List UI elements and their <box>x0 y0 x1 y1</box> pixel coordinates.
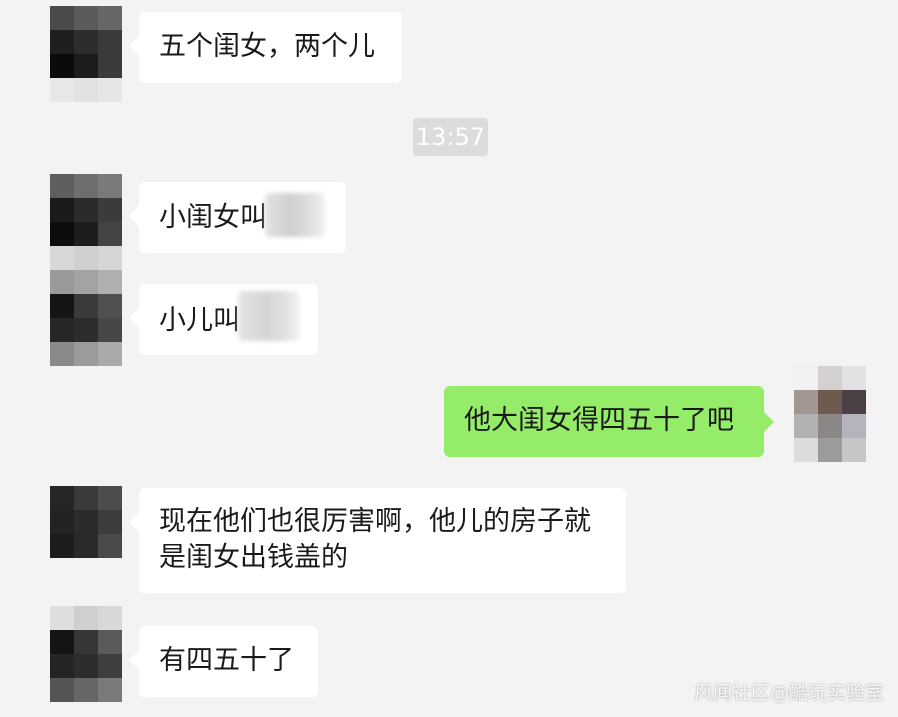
avatar-pixel <box>50 54 74 78</box>
message-text: 小闺女叫 <box>159 201 267 233</box>
redacted-name <box>238 291 300 341</box>
avatar-pixel <box>842 390 866 414</box>
avatar-pixel <box>842 414 866 438</box>
avatar-pixel <box>98 606 122 630</box>
avatar-pixel <box>794 414 818 438</box>
avatar-pixel <box>98 222 122 246</box>
avatar-pixel <box>98 318 122 342</box>
message-text: 小儿叫 <box>159 304 240 336</box>
avatar-pixel <box>50 486 74 510</box>
avatar-pixel <box>50 78 74 102</box>
avatar-pixel <box>74 510 98 534</box>
avatar-pixel <box>50 654 74 678</box>
avatar-pixel <box>98 654 122 678</box>
avatar-pixel <box>98 246 122 270</box>
message-text-line: 现在他们也很厉害啊，他儿的房子就 <box>159 506 591 537</box>
avatar-pixel <box>50 198 74 222</box>
avatar-pixel <box>50 294 74 318</box>
avatar-pixel <box>98 342 122 366</box>
avatar-pixel <box>50 510 74 534</box>
message-bubble[interactable]: 现在他们也很厉害啊，他儿的房子就 是闺女出钱盖的 <box>129 488 626 593</box>
watermark: 风闻社区@酷玩实验室 <box>693 682 884 704</box>
avatar-pixel <box>74 534 98 558</box>
message-bubble[interactable]: 小闺女叫 <box>129 182 346 253</box>
avatar-pixel <box>74 30 98 54</box>
message-text: 他大闺女得四五十了吧 <box>464 405 734 436</box>
avatar-pixel <box>794 390 818 414</box>
contact-avatar[interactable] <box>50 6 122 102</box>
avatar-pixel <box>98 54 122 78</box>
avatar-pixel <box>50 246 74 270</box>
avatar-pixel <box>50 678 74 702</box>
contact-avatar[interactable] <box>50 174 122 270</box>
avatar-pixel <box>50 558 74 582</box>
avatar-pixel <box>74 630 98 654</box>
avatar-pixel <box>74 246 98 270</box>
avatar-pixel <box>74 318 98 342</box>
contact-avatar[interactable] <box>50 270 122 366</box>
avatar-pixel <box>98 6 122 30</box>
avatar-pixel <box>74 486 98 510</box>
avatar-pixel <box>818 366 842 390</box>
avatar-pixel <box>98 558 122 582</box>
avatar-pixel <box>50 606 74 630</box>
avatar-pixel <box>74 678 98 702</box>
avatar-pixel <box>74 654 98 678</box>
avatar-pixel <box>50 342 74 366</box>
avatar-pixel <box>98 486 122 510</box>
avatar-pixel <box>794 438 818 462</box>
avatar-pixel <box>74 558 98 582</box>
contact-avatar[interactable] <box>50 486 122 582</box>
avatar-pixel <box>74 78 98 102</box>
message-bubble-self[interactable]: 他大闺女得四五十了吧 <box>444 386 774 457</box>
avatar-pixel <box>50 30 74 54</box>
avatar-pixel <box>98 78 122 102</box>
avatar-pixel <box>74 606 98 630</box>
avatar-pixel <box>842 366 866 390</box>
avatar-pixel <box>50 534 74 558</box>
avatar-pixel <box>74 270 98 294</box>
avatar-pixel <box>74 342 98 366</box>
timestamp: 13:57 <box>413 118 488 156</box>
avatar-pixel <box>818 390 842 414</box>
message-text: 五个闺女，两个儿 <box>159 31 375 62</box>
avatar-pixel <box>98 270 122 294</box>
avatar-pixel <box>98 30 122 54</box>
avatar-pixel <box>98 198 122 222</box>
avatar-pixel <box>74 174 98 198</box>
avatar-pixel <box>50 318 74 342</box>
avatar-pixel <box>818 438 842 462</box>
self-avatar[interactable] <box>794 366 866 462</box>
avatar-pixel <box>50 630 74 654</box>
avatar-pixel <box>50 270 74 294</box>
message-text-line: 是闺女出钱盖的 <box>159 542 348 573</box>
avatar-pixel <box>74 6 98 30</box>
avatar-pixel <box>50 6 74 30</box>
avatar-pixel <box>98 510 122 534</box>
avatar-pixel <box>98 534 122 558</box>
avatar-pixel <box>50 174 74 198</box>
avatar-pixel <box>74 294 98 318</box>
avatar-pixel <box>98 174 122 198</box>
avatar-pixel <box>74 222 98 246</box>
avatar-pixel <box>98 630 122 654</box>
avatar-pixel <box>818 414 842 438</box>
message-bubble[interactable]: 小儿叫 <box>129 284 318 355</box>
avatar-pixel <box>50 222 74 246</box>
message-bubble[interactable]: 五个闺女，两个儿 <box>129 12 402 83</box>
avatar-pixel <box>74 198 98 222</box>
avatar-pixel <box>98 294 122 318</box>
message-bubble[interactable]: 有四五十了 <box>129 626 318 697</box>
contact-avatar[interactable] <box>50 606 122 702</box>
avatar-pixel <box>794 366 818 390</box>
avatar-pixel <box>74 54 98 78</box>
avatar-pixel <box>98 678 122 702</box>
redacted-name <box>265 193 325 237</box>
avatar-pixel <box>842 438 866 462</box>
message-text: 有四五十了 <box>159 645 294 676</box>
